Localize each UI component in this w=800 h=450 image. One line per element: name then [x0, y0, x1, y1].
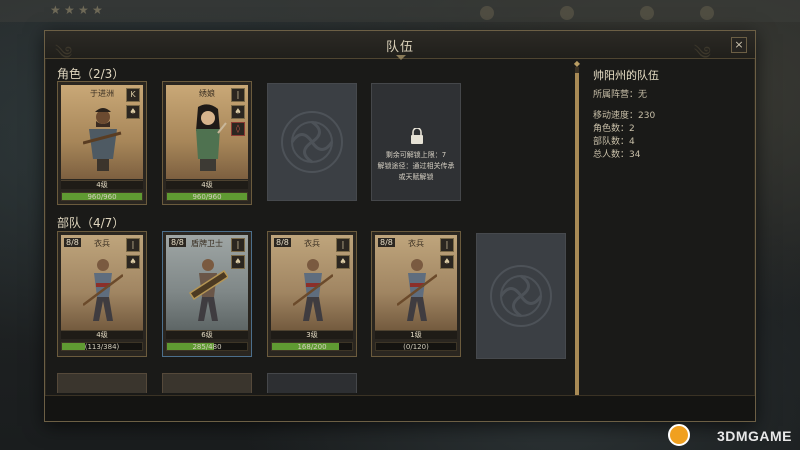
- trait-badge-icon: ◊: [231, 122, 245, 136]
- exp-text: (0/120): [403, 343, 429, 351]
- characters-section-title: 角色（2/3）: [57, 67, 125, 81]
- exp-bar: 168/200: [271, 342, 353, 351]
- faction-text: 所属阵营：无: [593, 90, 648, 100]
- move-speed-text: 移动速度：230: [593, 111, 656, 121]
- unlock-method-text-2: 或天赋解锁: [398, 173, 434, 181]
- troop-level: 6级: [201, 331, 213, 339]
- troop-card[interactable]: 8/8 衣兵 | ♠ 3级 168/200: [267, 231, 357, 357]
- character-card[interactable]: 于进洲 K ♠ 4级 960/960: [57, 81, 147, 205]
- close-button[interactable]: ×: [731, 37, 747, 53]
- warrior-figure-icon: [83, 108, 122, 171]
- troops-section-title: 部队（4/7）: [57, 216, 125, 230]
- exp-bar: (113/384): [61, 342, 143, 351]
- troop-card[interactable]: 8/8 盾牌卫士 | ♠ 6级 285/480: [162, 231, 252, 357]
- party-window: ༄ 队伍 ༄ × 角色（2/3） 于进洲 K ♠ 4级 960/960 绣娘 |…: [44, 30, 756, 422]
- troop-card[interactable]: 8/8 衣兵 | ♠ 1级 (0/120): [371, 231, 461, 357]
- window-footer: [45, 395, 755, 421]
- troop-level: 3级: [306, 331, 318, 339]
- scrollbar[interactable]: ◆ ◆: [574, 59, 580, 422]
- total-count-text: 总人数：34: [593, 150, 641, 160]
- scroll-thumb[interactable]: [575, 73, 579, 403]
- exp-bar: 960/960: [166, 192, 248, 201]
- troop-portrait: 8/8 衣兵 | ♠: [61, 235, 143, 331]
- troop-card[interactable]: 8/8 衣兵 | ♠ 4级 (113/384): [57, 231, 147, 357]
- star-icon: ★: [64, 3, 75, 17]
- troop-portrait: 8/8 衣兵 | ♠: [271, 235, 353, 331]
- character-level: 4级: [201, 181, 213, 189]
- watermark-logo-icon: [668, 424, 690, 446]
- exp-text: 285/480: [192, 343, 222, 351]
- title-arrow-icon: [396, 55, 406, 60]
- hud-coin-icon: [640, 6, 654, 20]
- skill-badge-icon: ♠: [231, 105, 245, 119]
- star-icon: ★: [50, 3, 61, 17]
- spearman-figure-icon: [83, 259, 123, 321]
- troop-level: 1级: [410, 331, 422, 339]
- locked-character-slot: 剩余可解锁上限：7 解锁途径：通过相关传承 或天赋解锁: [371, 83, 461, 201]
- lock-icon: [411, 128, 423, 144]
- exp-text: 960/960: [87, 193, 117, 201]
- exp-text: 168/200: [297, 343, 327, 351]
- empty-slot-seal-icon: [281, 111, 343, 173]
- hud-coin-icon: [480, 6, 494, 20]
- role-badge-icon: |: [231, 238, 245, 252]
- party-info-panel: 帅阳州的队伍 所属阵营：无 移动速度：230 角色数：2 部队数：4 总人数：3…: [593, 67, 749, 162]
- role-badge-icon: |: [440, 238, 454, 252]
- level-bar: 4级: [166, 180, 248, 189]
- role-badge-icon: |: [126, 238, 140, 252]
- role-badge-icon: |: [336, 238, 350, 252]
- watermark-text: 3DMGAME: [716, 428, 792, 444]
- role-badge-icon: K: [126, 88, 140, 102]
- troop-portrait: 8/8 衣兵 | ♠: [375, 235, 457, 331]
- level-bar: 1级: [375, 330, 457, 339]
- top-hud-strip: ★ ★ ★ ★: [0, 0, 800, 22]
- party-name: 帅阳州的队伍: [593, 69, 659, 82]
- character-count-text: 角色数：2: [593, 124, 635, 134]
- exp-text: (113/384): [84, 343, 120, 351]
- unlock-limit-text: 剩余可解锁上限：7: [385, 151, 447, 159]
- character-level: 4级: [96, 181, 108, 189]
- troop-card-partial[interactable]: [162, 373, 252, 393]
- character-card[interactable]: 绣娘 | ♠ ◊ 4级 960/960: [162, 81, 252, 205]
- unlock-info: 剩余可解锁上限：7 解锁途径：通过相关传承 或天赋解锁: [376, 150, 456, 183]
- level-bar: 6级: [166, 330, 248, 339]
- hud-coin-icon: [700, 6, 714, 20]
- character-portrait: 于进洲 K ♠: [61, 85, 143, 179]
- scroll-up-icon[interactable]: ◆: [572, 59, 582, 69]
- empty-slot-partial[interactable]: [267, 373, 357, 393]
- level-bar: 3级: [271, 330, 353, 339]
- skill-badge-icon: ♠: [440, 255, 454, 269]
- spearman-figure-icon: [293, 259, 333, 321]
- role-badge-icon: |: [231, 88, 245, 102]
- exp-bar: 285/480: [166, 342, 248, 351]
- spearman-figure-icon: [397, 259, 437, 321]
- empty-slot-seal-icon: [490, 265, 552, 327]
- swordswoman-figure-icon: [196, 104, 227, 171]
- level-bar: 4级: [61, 180, 143, 189]
- shield-guard-figure-icon: [188, 259, 228, 321]
- unlock-method-text: 解锁途径：通过相关传承: [377, 162, 455, 170]
- troop-count-text: 部队数：4: [593, 137, 635, 147]
- empty-character-slot[interactable]: [267, 83, 357, 201]
- star-icon: ★: [92, 3, 103, 17]
- empty-troop-slot[interactable]: [476, 233, 566, 359]
- troop-portrait: 8/8 盾牌卫士 | ♠: [166, 235, 248, 331]
- star-icon: ★: [78, 3, 89, 17]
- exp-bar: 960/960: [61, 192, 143, 201]
- troop-card-partial[interactable]: [57, 373, 147, 393]
- level-bar: 4级: [61, 330, 143, 339]
- skill-badge-icon: ♠: [126, 105, 140, 119]
- window-title: 队伍: [385, 40, 414, 55]
- skill-badge-icon: ♠: [336, 255, 350, 269]
- hud-coin-icon: [560, 6, 574, 20]
- exp-text: 960/960: [192, 193, 222, 201]
- skill-badge-icon: ♠: [126, 255, 140, 269]
- exp-bar: (0/120): [375, 342, 457, 351]
- character-portrait: 绣娘 | ♠ ◊: [166, 85, 248, 179]
- skill-badge-icon: ♠: [231, 255, 245, 269]
- troop-level: 4级: [96, 331, 108, 339]
